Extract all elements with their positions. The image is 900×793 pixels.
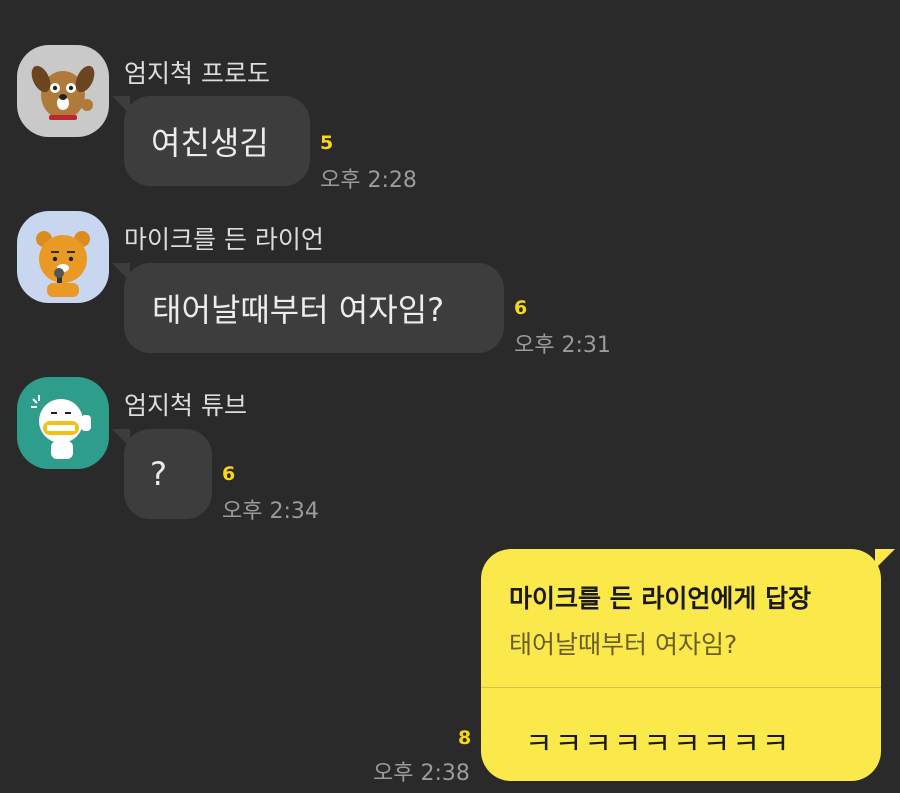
message-time: 오후 2:28 xyxy=(320,168,417,193)
message-time: 오후 2:31 xyxy=(514,333,611,358)
sender-name: 엄지척 튜브 xyxy=(124,391,247,420)
my-reply-bubble[interactable]: 마이크를 든 라이언에게 답장 태어날때부터 여자임? ㅋㅋㅋㅋㅋㅋㅋㅋㅋ xyxy=(481,549,895,781)
message-text: 여친생김 xyxy=(151,124,269,162)
message-text: 태어날때부터 여자임? xyxy=(152,291,445,329)
message-text: ? xyxy=(150,455,167,493)
my-unread-count: 8 xyxy=(458,727,472,749)
frodo-dog-avatar-icon xyxy=(17,45,109,137)
unread-count: 6 xyxy=(222,463,236,485)
ryan-lion-avatar-icon xyxy=(17,211,109,303)
message-bubble[interactable]: ? xyxy=(112,429,212,519)
message-bubble[interactable]: 태어날때부터 여자임? xyxy=(112,263,504,353)
tube-duck-avatar-icon xyxy=(17,377,109,469)
quoted-message[interactable]: 태어날때부터 여자임? xyxy=(509,625,737,661)
unread-count: 5 xyxy=(320,132,334,154)
sender-name: 엄지척 프로도 xyxy=(124,59,270,88)
my-message-time: 오후 2:38 xyxy=(373,761,470,786)
sender-name: 마이크를 든 라이언 xyxy=(124,225,324,254)
unread-count: 6 xyxy=(514,297,528,319)
my-message-text: ㅋㅋㅋㅋㅋㅋㅋㅋㅋ xyxy=(525,727,792,762)
avatar-ryan[interactable] xyxy=(17,211,109,303)
reply-divider xyxy=(481,687,881,688)
avatar-tube[interactable] xyxy=(17,377,109,469)
message-bubble[interactable]: 여친생김 xyxy=(112,96,310,186)
avatar-frodo[interactable] xyxy=(17,45,109,137)
reply-to-title: 마이크를 든 라이언에게 답장 xyxy=(509,584,812,613)
message-time: 오후 2:34 xyxy=(222,499,319,524)
